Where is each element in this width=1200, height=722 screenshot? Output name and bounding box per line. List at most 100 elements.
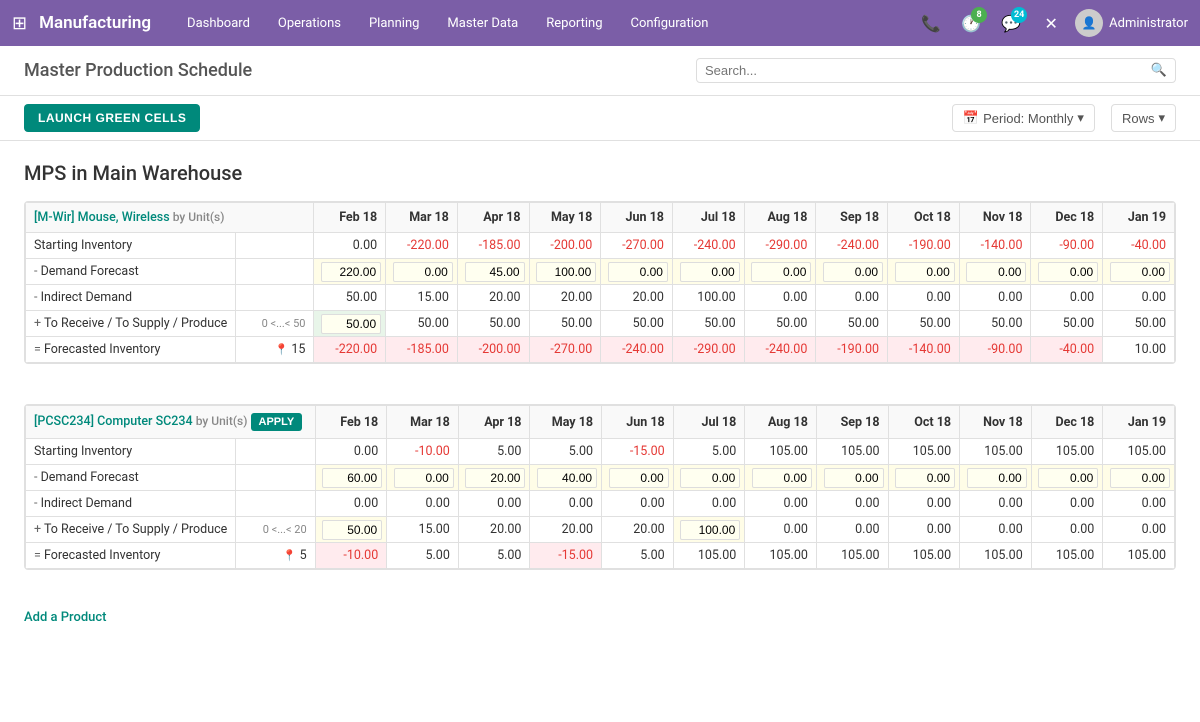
- demand-forecast-cell[interactable]: [816, 259, 888, 285]
- demand-forecast-cell[interactable]: [673, 465, 745, 491]
- chat-icon-btn[interactable]: 💬 24: [995, 7, 1027, 39]
- demand-forecast-cell[interactable]: [602, 465, 674, 491]
- receive-supply-cell[interactable]: [673, 517, 745, 543]
- nav-operations[interactable]: Operations: [266, 10, 353, 37]
- demand-forecast-input[interactable]: [1110, 262, 1170, 282]
- demand-forecast-cell[interactable]: [959, 259, 1031, 285]
- grid-icon[interactable]: ⊞: [12, 13, 27, 34]
- receive-supply-input[interactable]: [322, 520, 382, 540]
- demand-forecast-input[interactable]: [1038, 262, 1098, 282]
- add-product-link[interactable]: Add a Product: [24, 602, 107, 633]
- nav-reporting[interactable]: Reporting: [534, 10, 614, 37]
- period-label: Period: Monthly: [983, 111, 1073, 126]
- phone-icon-btn[interactable]: 📞: [915, 7, 947, 39]
- demand-forecast-input[interactable]: [321, 262, 381, 282]
- demand-forecast-input[interactable]: [1110, 468, 1170, 488]
- rows-label: Rows: [1122, 111, 1155, 126]
- starting-inventory-cell: 105.00: [745, 439, 817, 465]
- nav-planning[interactable]: Planning: [357, 10, 431, 37]
- demand-forecast-cell[interactable]: [315, 465, 387, 491]
- demand-forecast-input[interactable]: [895, 262, 955, 282]
- nav-configuration[interactable]: Configuration: [619, 10, 721, 37]
- forecasted-inventory-row: = Forecasted Inventory 📍5 -10.005.005.00…: [26, 543, 1175, 569]
- demand-forecast-input[interactable]: [967, 468, 1027, 488]
- receive-supply-input[interactable]: [680, 520, 740, 540]
- demand-forecast-cell[interactable]: [888, 465, 960, 491]
- demand-forecast-input[interactable]: [609, 468, 669, 488]
- row-label-receive: + To Receive / To Supply / Produce: [26, 311, 236, 337]
- rows-dropdown[interactable]: Rows ▾: [1111, 104, 1176, 132]
- row-label-starting: Starting Inventory: [26, 233, 236, 259]
- demand-forecast-cell[interactable]: [601, 259, 673, 285]
- demand-forecast-input[interactable]: [465, 468, 525, 488]
- demand-forecast-cell[interactable]: [1031, 259, 1103, 285]
- forecasted-inventory-cell: 105.00: [673, 543, 745, 569]
- demand-forecast-input[interactable]: [895, 468, 955, 488]
- product-name-cell: [PCSC234] Computer SC234 by Unit(s) APPL…: [26, 406, 316, 439]
- search-input[interactable]: [705, 63, 1151, 78]
- demand-forecast-input[interactable]: [680, 468, 740, 488]
- user-menu[interactable]: 👤 Administrator: [1075, 9, 1188, 37]
- demand-forecast-input[interactable]: [322, 468, 382, 488]
- demand-forecast-input[interactable]: [1038, 468, 1098, 488]
- indirect-demand-cell: 0.00: [816, 285, 888, 311]
- demand-forecast-cell[interactable]: [1103, 465, 1175, 491]
- receive-supply-cell[interactable]: [315, 517, 387, 543]
- demand-forecast-cell[interactable]: [888, 259, 960, 285]
- demand-forecast-input[interactable]: [608, 262, 668, 282]
- demand-forecast-cell[interactable]: [672, 259, 744, 285]
- indirect-demand-cell: 0.00: [744, 285, 816, 311]
- receive-supply-cell: 0.00: [1031, 517, 1103, 543]
- product-month-header: Mar 18: [386, 203, 458, 233]
- close-icon-btn[interactable]: ✕: [1035, 7, 1067, 39]
- forecasted-inventory-cell: 105.00: [1031, 543, 1103, 569]
- launch-green-cells-button[interactable]: LAUNCH GREEN CELLS: [24, 104, 200, 132]
- product-link[interactable]: [M-Wir] Mouse, Wireless: [34, 210, 170, 225]
- demand-forecast-input[interactable]: [393, 262, 453, 282]
- demand-forecast-input[interactable]: [751, 262, 811, 282]
- nav-dashboard[interactable]: Dashboard: [175, 10, 262, 37]
- product-month-header: Oct 18: [888, 406, 960, 439]
- demand-forecast-cell[interactable]: [314, 259, 386, 285]
- demand-forecast-cell[interactable]: [745, 465, 817, 491]
- demand-forecast-cell[interactable]: [530, 465, 602, 491]
- demand-forecast-cell[interactable]: [387, 465, 459, 491]
- forecasted-inventory-cell: 105.00: [888, 543, 960, 569]
- mps-table-PCSC234: [PCSC234] Computer SC234 by Unit(s) APPL…: [25, 405, 1175, 569]
- demand-forecast-input[interactable]: [537, 468, 597, 488]
- demand-forecast-input[interactable]: [752, 468, 812, 488]
- receive-supply-cell[interactable]: [314, 311, 386, 337]
- demand-forecast-cell[interactable]: [744, 259, 816, 285]
- demand-forecast-cell[interactable]: [960, 465, 1032, 491]
- demand-forecast-input[interactable]: [536, 262, 596, 282]
- starting-inventory-cell: -140.00: [959, 233, 1031, 259]
- demand-forecast-input[interactable]: [680, 262, 740, 282]
- demand-forecast-cell[interactable]: [1103, 259, 1175, 285]
- demand-forecast-cell[interactable]: [386, 259, 458, 285]
- starting-inventory-cell: -240.00: [672, 233, 744, 259]
- demand-forecast-input[interactable]: [465, 262, 525, 282]
- product-month-header: Jun 18: [602, 406, 674, 439]
- product-month-header: Feb 18: [314, 203, 386, 233]
- forecasted-inventory-cell: -220.00: [314, 337, 386, 363]
- receive-supply-input[interactable]: [321, 314, 381, 334]
- demand-forecast-row: - Demand Forecast: [26, 465, 1175, 491]
- indirect-demand-cell: 0.00: [387, 491, 459, 517]
- demand-forecast-cell[interactable]: [458, 465, 530, 491]
- apply-button-PCSC234[interactable]: APPLY: [251, 413, 303, 431]
- product-month-header: Jul 18: [672, 203, 744, 233]
- period-dropdown[interactable]: 📅 Period: Monthly ▾: [952, 104, 1095, 132]
- product-link[interactable]: [PCSC234] Computer SC234: [34, 414, 193, 429]
- demand-forecast-cell[interactable]: [816, 465, 888, 491]
- demand-forecast-cell[interactable]: [1031, 465, 1103, 491]
- demand-forecast-input[interactable]: [823, 262, 883, 282]
- clock-icon-btn[interactable]: 🕐 8: [955, 7, 987, 39]
- indirect-demand-cell: 0.00: [888, 491, 960, 517]
- nav-masterdata[interactable]: Master Data: [435, 10, 530, 37]
- demand-forecast-input[interactable]: [394, 468, 454, 488]
- demand-forecast-cell[interactable]: [457, 259, 529, 285]
- demand-forecast-cell[interactable]: [529, 259, 601, 285]
- demand-forecast-input[interactable]: [966, 262, 1026, 282]
- indirect-demand-cell: 0.00: [602, 491, 674, 517]
- demand-forecast-input[interactable]: [824, 468, 884, 488]
